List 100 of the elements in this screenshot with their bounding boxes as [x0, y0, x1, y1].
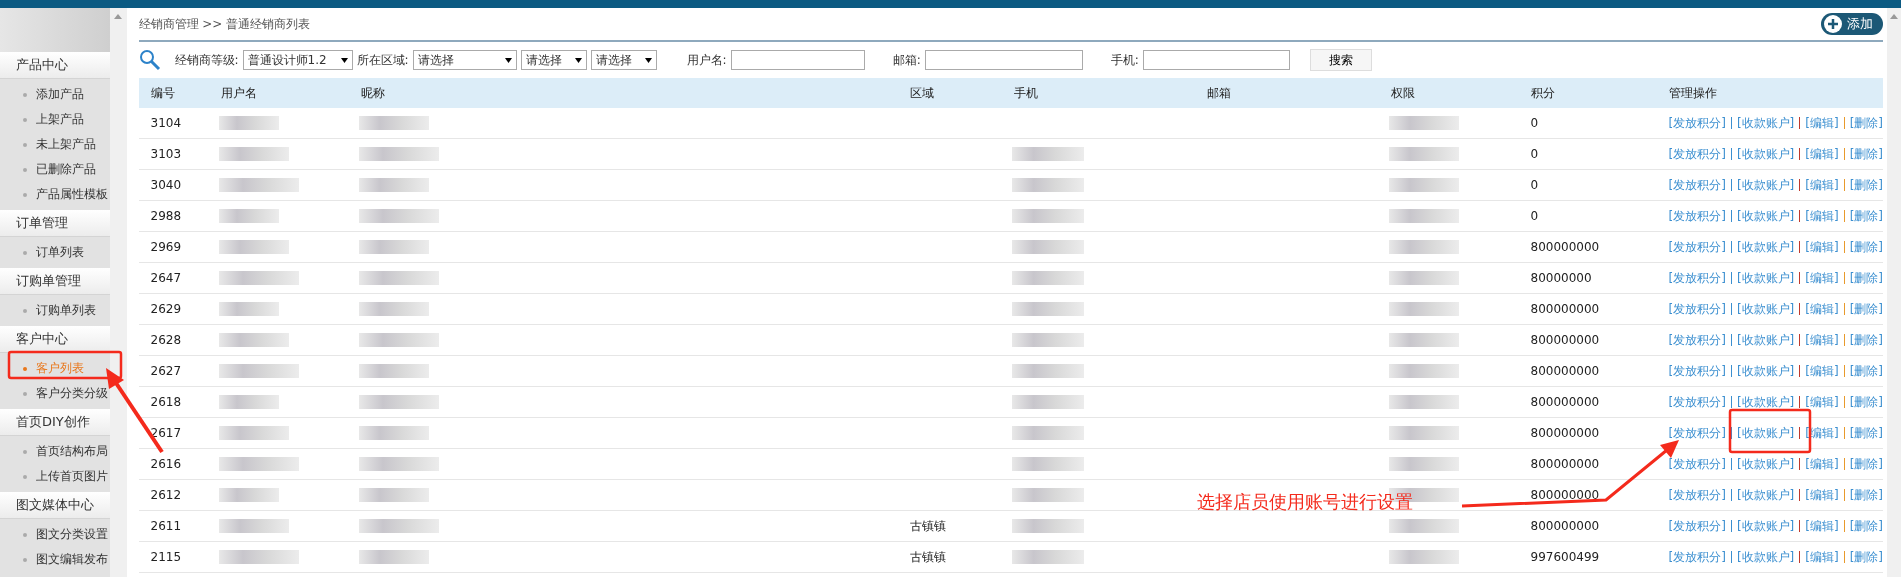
action-link[interactable]: [删除]: [1849, 207, 1883, 225]
action-link[interactable]: [删除]: [1849, 269, 1883, 287]
sidebar-group-title[interactable]: 订购单管理: [0, 268, 111, 295]
action-link[interactable]: [编辑]: [1805, 455, 1839, 473]
scrollbar[interactable]: [1887, 8, 1901, 577]
action-link[interactable]: [收款账户]: [1736, 238, 1795, 256]
action-link[interactable]: [发放积分]: [1668, 424, 1726, 442]
action-link[interactable]: [发放积分]: [1668, 300, 1726, 318]
add-button[interactable]: 添加: [1821, 13, 1883, 35]
sidebar-item[interactable]: 订单列表: [0, 240, 111, 265]
action-link[interactable]: [删除]: [1849, 331, 1883, 349]
action-link[interactable]: [收款账户]: [1736, 300, 1795, 318]
action-link[interactable]: [删除]: [1849, 114, 1883, 132]
action-link[interactable]: [编辑]: [1805, 300, 1839, 318]
action-link[interactable]: [删除]: [1849, 486, 1883, 504]
action-link[interactable]: [删除]: [1849, 362, 1883, 380]
sidebar-group-title[interactable]: 产品中心: [0, 52, 111, 79]
sidebar-group-title[interactable]: 客户中心: [0, 326, 111, 353]
sidebar-item[interactable]: 订购单列表: [0, 298, 111, 323]
action-link[interactable]: [删除]: [1849, 300, 1883, 318]
region-select[interactable]: 请选择: [412, 50, 517, 70]
action-link[interactable]: [发放积分]: [1668, 238, 1726, 256]
action-link[interactable]: [发放积分]: [1668, 393, 1726, 411]
action-link[interactable]: [收款账户]: [1736, 114, 1795, 132]
sidebar-item[interactable]: 客户列表: [0, 356, 111, 381]
action-link[interactable]: [删除]: [1849, 145, 1883, 163]
pixelated-redaction: [218, 426, 289, 440]
scroll-up-icon[interactable]: [114, 14, 123, 19]
action-link[interactable]: [删除]: [1849, 455, 1883, 473]
sidebar-group-title[interactable]: 图文媒体中心: [0, 492, 111, 519]
action-link[interactable]: [发放积分]: [1668, 269, 1726, 287]
region-select[interactable]: 请选择: [520, 50, 587, 70]
action-link[interactable]: [删除]: [1849, 424, 1883, 442]
sidebar-item[interactable]: 添加产品: [0, 82, 111, 107]
sidebar-group-title[interactable]: 订单管理: [0, 210, 111, 237]
action-link[interactable]: [编辑]: [1805, 517, 1839, 535]
action-link[interactable]: [编辑]: [1805, 331, 1839, 349]
action-link[interactable]: [编辑]: [1805, 393, 1839, 411]
action-link[interactable]: [编辑]: [1805, 207, 1839, 225]
scroll-up-icon[interactable]: [1890, 14, 1898, 19]
sidebar-item[interactable]: 已删除产品: [0, 157, 111, 182]
pixelated-redaction: [1388, 209, 1459, 223]
level-label: 经销商等级:: [174, 51, 239, 69]
level-select[interactable]: 普通设计师1.2: [242, 50, 353, 70]
action-link[interactable]: [删除]: [1849, 517, 1883, 535]
sidebar-group-title[interactable]: 首页DIY创作: [0, 409, 111, 436]
action-link[interactable]: [收款账户]: [1736, 517, 1795, 535]
action-link[interactable]: [收款账户]: [1736, 486, 1795, 504]
action-link[interactable]: [发放积分]: [1668, 176, 1726, 194]
action-link[interactable]: [收款账户]: [1736, 145, 1795, 163]
action-link[interactable]: [发放积分]: [1668, 548, 1726, 566]
table-cell-text: 2617: [149, 426, 183, 440]
action-link[interactable]: [编辑]: [1805, 548, 1839, 566]
action-link[interactable]: [收款账户]: [1736, 455, 1795, 473]
action-link[interactable]: [编辑]: [1805, 362, 1839, 380]
scrollbar[interactable]: [110, 8, 127, 577]
action-link[interactable]: [发放积分]: [1668, 114, 1726, 132]
sidebar-item[interactable]: 未上架产品: [0, 132, 111, 157]
action-link[interactable]: [发放积分]: [1668, 455, 1726, 473]
sidebar-item[interactable]: 图文编辑发布: [0, 547, 111, 572]
email-field[interactable]: [924, 50, 1083, 70]
phone-field[interactable]: [1142, 50, 1290, 70]
action-link[interactable]: [编辑]: [1805, 176, 1839, 194]
action-link[interactable]: [发放积分]: [1668, 486, 1726, 504]
region-select[interactable]: 请选择: [590, 50, 657, 70]
action-link[interactable]: [编辑]: [1805, 114, 1839, 132]
action-link[interactable]: [删除]: [1849, 393, 1883, 411]
column-header: 积分: [1529, 84, 1556, 102]
action-link[interactable]: [收款账户]: [1736, 331, 1795, 349]
action-link[interactable]: [收款账户]: [1736, 269, 1795, 287]
table-cell-text: 2616: [149, 457, 183, 471]
sidebar-item[interactable]: 客户分类分级: [0, 381, 111, 406]
action-link[interactable]: [发放积分]: [1668, 517, 1726, 535]
action-link[interactable]: [发放积分]: [1668, 362, 1726, 380]
action-link[interactable]: [编辑]: [1805, 238, 1839, 256]
search-button[interactable]: 搜索: [1309, 49, 1372, 71]
action-link[interactable]: [发放积分]: [1668, 145, 1726, 163]
action-link[interactable]: [收款账户]: [1736, 548, 1795, 566]
action-link[interactable]: [编辑]: [1805, 269, 1839, 287]
sidebar-item[interactable]: 上架产品: [0, 107, 111, 132]
pixelated-redaction: [218, 147, 289, 161]
username-field[interactable]: [730, 50, 865, 70]
action-link[interactable]: [编辑]: [1805, 486, 1839, 504]
action-link[interactable]: [编辑]: [1805, 145, 1839, 163]
sidebar-item[interactable]: 首页结构布局: [0, 439, 111, 464]
action-link[interactable]: [收款账户]: [1736, 393, 1795, 411]
sidebar-item[interactable]: 产品属性模板: [0, 182, 111, 207]
action-link[interactable]: [发放积分]: [1668, 207, 1726, 225]
action-link[interactable]: [收款账户]: [1736, 176, 1795, 194]
action-link[interactable]: [收款账户]: [1736, 362, 1795, 380]
action-link[interactable]: [删除]: [1849, 238, 1883, 256]
pixelated-redaction: [218, 209, 279, 223]
action-link[interactable]: [收款账户]: [1736, 207, 1795, 225]
action-link[interactable]: [收款账户]: [1736, 424, 1795, 442]
action-link[interactable]: [发放积分]: [1668, 331, 1726, 349]
sidebar-item[interactable]: 图文分类设置: [0, 522, 111, 547]
action-link[interactable]: [删除]: [1849, 176, 1883, 194]
action-link[interactable]: [删除]: [1849, 548, 1883, 566]
table-cell-text: 800000000: [1529, 364, 1601, 378]
sidebar-item[interactable]: 上传首页图片: [0, 464, 111, 489]
